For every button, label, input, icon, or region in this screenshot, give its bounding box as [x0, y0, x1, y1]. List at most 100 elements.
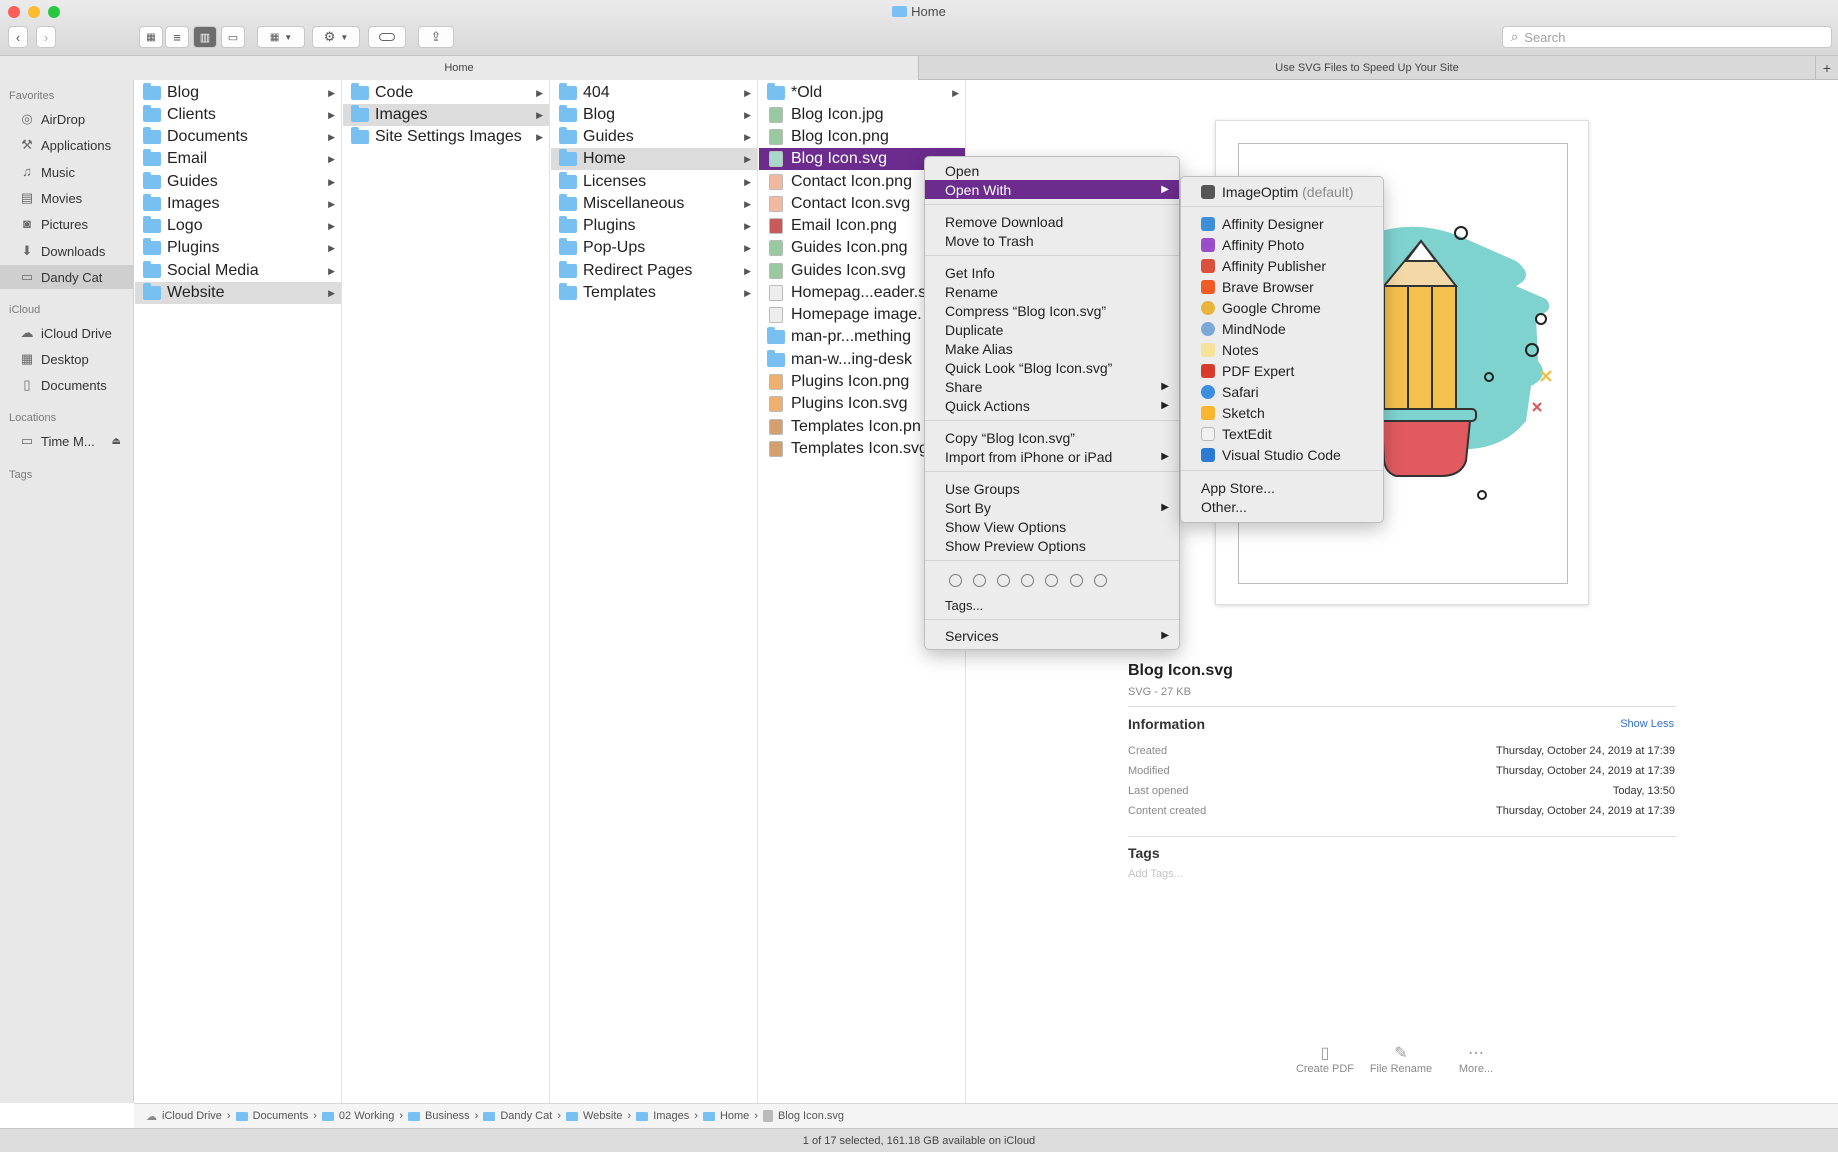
list-item[interactable]: Redirect Pages ▶: [551, 260, 757, 282]
list-item[interactable]: Guides Icon.png: [759, 237, 908, 259]
back-button[interactable]: ‹: [8, 26, 28, 48]
sidebar-item-pictures[interactable]: ◙ Pictures: [0, 212, 134, 236]
new-tab-button[interactable]: +: [1816, 56, 1838, 80]
menu-item-move-to-trash[interactable]: Move to Trash: [925, 231, 1179, 250]
action-button[interactable]: ⚙ ▼: [312, 26, 360, 48]
sidebar-item-music[interactable]: ♫ Music: [0, 160, 134, 184]
sidebar-item-desktop[interactable]: ▦ Desktop: [0, 347, 134, 371]
menu-item-remove-download[interactable]: Remove Download: [925, 212, 1179, 231]
menu-item-open-with[interactable]: Open With ▶: [925, 180, 1179, 199]
tag-color-dot[interactable]: [997, 574, 1010, 587]
list-item[interactable]: man-pr...mething: [759, 326, 911, 348]
menu-item-copy[interactable]: Copy “Blog Icon.svg”: [925, 428, 1179, 447]
list-item[interactable]: Plugins Icon.png: [759, 371, 909, 393]
list-item[interactable]: Blog Icon.png: [759, 126, 889, 148]
sidebar-item-applications[interactable]: ⚒ Applications: [0, 133, 134, 157]
path-segment[interactable]: Images: [653, 1110, 689, 1122]
list-item[interactable]: Plugins Icon.svg: [759, 393, 908, 415]
app-item-vscode[interactable]: Visual Studio Code: [1181, 445, 1383, 464]
gallery-view-button[interactable]: ▭: [221, 26, 245, 48]
list-item[interactable]: Images ▶: [135, 193, 341, 215]
menu-item-show-view-options[interactable]: Show View Options: [925, 517, 1179, 536]
eject-icon[interactable]: ⏏: [112, 436, 121, 447]
list-item[interactable]: Blog ▶: [551, 104, 757, 126]
menu-item-open[interactable]: Open: [925, 161, 1179, 180]
menu-item-sort-by[interactable]: Sort By ▶: [925, 498, 1179, 517]
path-segment[interactable]: Home: [720, 1110, 749, 1122]
list-item-selected[interactable]: Website ▶: [135, 282, 341, 304]
app-item-mindnode[interactable]: MindNode: [1181, 319, 1383, 338]
sidebar-item-downloads[interactable]: ⬇ Downloads: [0, 239, 134, 263]
list-item[interactable]: Blog ▶: [135, 82, 341, 104]
tab-home[interactable]: Home: [0, 56, 919, 80]
list-view-button[interactable]: ≡: [165, 26, 189, 48]
file-rename-button[interactable]: ✎ File Rename: [1363, 1043, 1439, 1075]
list-item[interactable]: Plugins ▶: [135, 237, 341, 259]
list-item[interactable]: Templates Icon.pn: [759, 416, 921, 438]
list-item[interactable]: Social Media ▶: [135, 260, 341, 282]
menu-item-use-groups[interactable]: Use Groups: [925, 479, 1179, 498]
menu-item-get-info[interactable]: Get Info: [925, 263, 1179, 282]
show-less-link[interactable]: Show Less: [1600, 718, 1674, 730]
list-item[interactable]: Email Icon.png: [759, 215, 897, 237]
list-item[interactable]: Contact Icon.png: [759, 171, 912, 193]
app-item-sketch[interactable]: Sketch: [1181, 403, 1383, 422]
icon-view-button[interactable]: ▦: [139, 26, 163, 48]
list-item[interactable]: Licenses ▶: [551, 171, 757, 193]
list-item[interactable]: Site Settings Images ▶: [343, 126, 549, 148]
tag-button[interactable]: [368, 26, 406, 48]
path-segment[interactable]: 02 Working: [339, 1110, 394, 1122]
tag-color-dot[interactable]: [1094, 574, 1107, 587]
app-item-textedit[interactable]: TextEdit: [1181, 424, 1383, 443]
path-segment[interactable]: Business: [425, 1110, 470, 1122]
menu-item-show-preview-options[interactable]: Show Preview Options: [925, 536, 1179, 555]
app-item-affinity-designer[interactable]: Affinity Designer: [1181, 214, 1383, 233]
group-by-button[interactable]: ▦ ▼: [257, 26, 305, 48]
menu-item-import-from-iphone[interactable]: Import from iPhone or iPad ▶: [925, 447, 1179, 466]
menu-item-app-store[interactable]: App Store...: [1181, 478, 1383, 497]
list-item[interactable]: Contact Icon.svg: [759, 193, 910, 215]
tag-color-dot[interactable]: [1021, 574, 1034, 587]
sidebar-item-movies[interactable]: ▤ Movies: [0, 186, 134, 210]
list-item[interactable]: Code ▶: [343, 82, 549, 104]
path-segment[interactable]: Website: [583, 1110, 623, 1122]
list-item[interactable]: Logo ▶: [135, 215, 341, 237]
app-item-brave[interactable]: Brave Browser: [1181, 277, 1383, 296]
path-segment[interactable]: Blog Icon.svg: [778, 1110, 844, 1122]
create-pdf-button[interactable]: ▯ Create PDF: [1290, 1043, 1360, 1075]
list-item[interactable]: Blog Icon.jpg: [759, 104, 884, 126]
menu-item-share[interactable]: Share ▶: [925, 377, 1179, 396]
share-button[interactable]: ⇪: [418, 26, 454, 48]
menu-item-make-alias[interactable]: Make Alias: [925, 339, 1179, 358]
tag-color-dot[interactable]: [949, 574, 962, 587]
menu-item-quick-actions[interactable]: Quick Actions ▶: [925, 396, 1179, 415]
app-item-imageoptim[interactable]: ImageOptim (default): [1181, 182, 1383, 201]
list-item[interactable]: Homepag...eader.s: [759, 282, 926, 304]
menu-item-other[interactable]: Other...: [1181, 497, 1383, 516]
sidebar-item-documents[interactable]: ▯ Documents: [0, 373, 134, 397]
list-item-selected[interactable]: Images ▶: [343, 104, 549, 126]
tag-color-dot[interactable]: [973, 574, 986, 587]
app-item-safari[interactable]: Safari: [1181, 382, 1383, 401]
tag-color-dot[interactable]: [1070, 574, 1083, 587]
menu-item-duplicate[interactable]: Duplicate: [925, 320, 1179, 339]
more-button[interactable]: ⋯ More...: [1446, 1043, 1506, 1075]
app-item-affinity-publisher[interactable]: Affinity Publisher: [1181, 256, 1383, 275]
list-item[interactable]: *Old ▶: [759, 82, 965, 104]
app-item-pdf-expert[interactable]: PDF Expert: [1181, 361, 1383, 380]
list-item[interactable]: Miscellaneous ▶: [551, 193, 757, 215]
forward-button[interactable]: ›: [36, 26, 56, 48]
menu-item-compress[interactable]: Compress “Blog Icon.svg”: [925, 301, 1179, 320]
app-item-notes[interactable]: Notes: [1181, 340, 1383, 359]
list-item[interactable]: Templates ▶: [551, 282, 757, 304]
list-item[interactable]: Guides ▶: [135, 171, 341, 193]
sidebar-item-airdrop[interactable]: ◎ AirDrop: [0, 107, 134, 131]
sidebar-item-dandy-cat[interactable]: ▭ Dandy Cat: [0, 265, 134, 289]
list-item[interactable]: Pop-Ups ▶: [551, 237, 757, 259]
column-view-button[interactable]: ▥: [193, 26, 217, 48]
path-segment[interactable]: Documents: [253, 1110, 309, 1122]
menu-item-services[interactable]: Services ▶: [925, 626, 1179, 645]
list-item[interactable]: Documents ▶: [135, 126, 341, 148]
tab-svg-article[interactable]: Use SVG Files to Speed Up Your Site: [919, 56, 1816, 80]
list-item[interactable]: 404 ▶: [551, 82, 757, 104]
